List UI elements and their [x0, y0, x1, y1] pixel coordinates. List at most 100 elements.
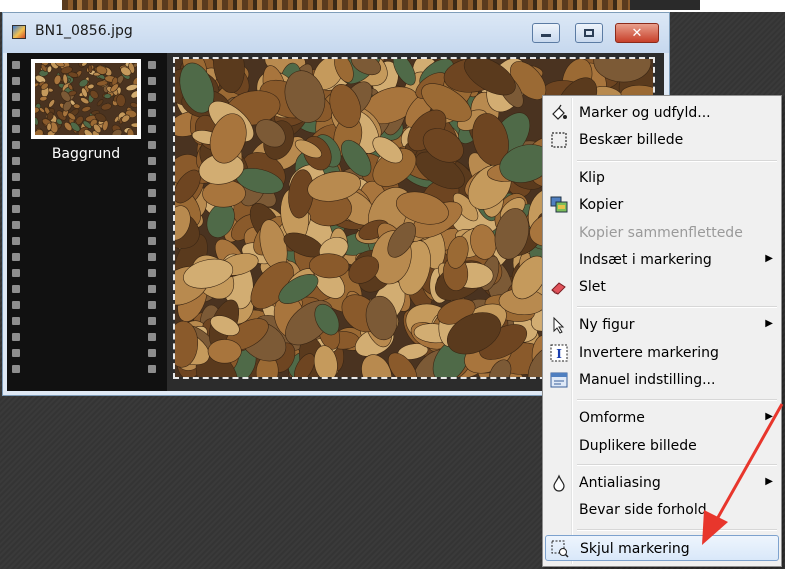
filmstrip-hole: [12, 93, 20, 101]
filmstrip-holes-left: [12, 61, 20, 381]
filmstrip-hole: [12, 61, 20, 69]
menu-item-label: Bevar side forhold: [579, 502, 707, 518]
menu-item-klip[interactable]: Klip: [545, 165, 779, 191]
manual-settings-icon: [550, 371, 568, 389]
menu-item-label: Manuel indstilling...: [579, 372, 716, 388]
menu-item-manuel-indstilling[interactable]: Manuel indstilling...: [545, 367, 779, 393]
filmstrip-hole: [148, 61, 156, 69]
filmstrip-hole: [12, 333, 20, 341]
filmstrip-hole: [148, 109, 156, 117]
filmstrip-hole: [148, 157, 156, 165]
filmstrip-hole: [148, 141, 156, 149]
filmstrip-hole: [12, 253, 20, 261]
filmstrip-hole: [148, 205, 156, 213]
menu-item-label: Duplikere billede: [579, 438, 697, 454]
red-annotation-arrow: [702, 403, 784, 545]
partial-photo-strip: [62, 0, 632, 10]
layer-thumbnail[interactable]: [30, 58, 141, 140]
submenu-arrow-icon: ▶: [765, 253, 773, 264]
droplet-icon: [550, 474, 568, 492]
filmstrip-holes-right: [148, 61, 156, 381]
menu-item-label: Kopier sammenflettede: [579, 225, 743, 241]
filmstrip-hole: [12, 109, 20, 117]
menu-item-beskaer-billede[interactable]: Beskær billede: [545, 127, 779, 153]
menu-item-label: Indsæt i markering: [579, 252, 712, 268]
layer-name-label: Baggrund: [51, 146, 121, 162]
close-button[interactable]: ✕: [615, 23, 659, 43]
leaf-texture: [73, 103, 81, 109]
menu-item-kopier[interactable]: Kopier: [545, 192, 779, 218]
filmstrip-hole: [12, 269, 20, 277]
menu-separator: [577, 306, 777, 308]
svg-text:I: I: [556, 347, 562, 361]
menu-item-label: Antialiasing: [579, 475, 661, 491]
filmstrip-hole: [148, 77, 156, 85]
leaf-texture: [207, 339, 242, 364]
hide-selection-icon: [551, 540, 569, 558]
filmstrip-hole: [148, 189, 156, 197]
filmstrip-hole: [148, 253, 156, 261]
menu-item-label: Marker og udfyld...: [579, 105, 711, 121]
filmstrip-hole: [12, 141, 20, 149]
filmstrip-hole: [12, 365, 20, 373]
invert-selection-icon: I: [550, 344, 568, 362]
background-image-strip: [0, 0, 785, 12]
filmstrip-hole: [148, 285, 156, 293]
leaf-texture: [46, 122, 52, 131]
pointer-icon: [550, 316, 568, 334]
filmstrip-hole: [12, 173, 20, 181]
minimize-icon: [541, 34, 551, 37]
filmstrip-hole: [12, 349, 20, 357]
copy-icon: [550, 196, 568, 214]
menu-item-slet[interactable]: Slet: [545, 274, 779, 300]
menu-item-label: Klip: [579, 170, 605, 186]
menu-item-label: Skjul markering: [580, 541, 690, 557]
eraser-icon: [550, 278, 568, 296]
menu-item-label: Slet: [579, 279, 606, 295]
window-titlebar[interactable]: BN1_0856.jpg ✕: [3, 13, 669, 53]
filmstrip-hole: [148, 349, 156, 357]
menu-item-marker-og-udfyld[interactable]: Marker og udfyld...: [545, 100, 779, 126]
filmstrip-hole: [148, 173, 156, 181]
menu-item-label: Omforme: [579, 410, 645, 426]
window-title: BN1_0856.jpg: [35, 23, 133, 39]
filmstrip-hole: [148, 221, 156, 229]
filmstrip-hole: [148, 125, 156, 133]
filmstrip-hole: [12, 237, 20, 245]
menu-item-label: Kopier: [579, 197, 624, 213]
fill-selection-icon: [550, 104, 568, 122]
menu-item-kopier-sammenflettede[interactable]: Kopier sammenflettede: [545, 220, 779, 246]
menu-item-label: Ny figur: [579, 317, 635, 333]
menu-separator: [577, 160, 777, 162]
menu-item-label: Invertere markering: [579, 345, 719, 361]
filmstrip-hole: [12, 285, 20, 293]
maximize-button[interactable]: [575, 23, 603, 43]
layer-thumbnail-image: [30, 58, 141, 140]
submenu-arrow-icon: ▶: [765, 318, 773, 329]
filmstrip-hole: [148, 301, 156, 309]
filmstrip-hole: [12, 301, 20, 309]
filmstrip-hole: [12, 189, 20, 197]
leaf-texture: [103, 93, 112, 99]
filmstrip-hole: [148, 317, 156, 325]
dark-strip: [630, 0, 700, 10]
filmstrip-hole: [12, 317, 20, 325]
leaf-texture: [130, 122, 141, 128]
crop-icon: [550, 131, 568, 149]
filmstrip-hole: [12, 205, 20, 213]
menu-item-label: Beskær billede: [579, 132, 684, 148]
filmstrip-hole: [148, 93, 156, 101]
image-file-icon: [12, 25, 26, 39]
minimize-button[interactable]: [532, 23, 560, 43]
filmstrip-hole: [12, 157, 20, 165]
layer-filmstrip: Baggrund: [7, 53, 167, 391]
menu-item-indsaet-i-markering[interactable]: Indsæt i markering ▶: [545, 247, 779, 273]
menu-item-invertere-markering[interactable]: I Invertere markering: [545, 340, 779, 366]
filmstrip-hole: [148, 269, 156, 277]
menu-item-ny-figur[interactable]: Ny figur ▶: [545, 312, 779, 338]
close-icon: ✕: [631, 25, 643, 41]
maximize-icon: [584, 29, 594, 37]
filmstrip-hole: [12, 77, 20, 85]
filmstrip-hole: [148, 365, 156, 373]
filmstrip-hole: [12, 221, 20, 229]
